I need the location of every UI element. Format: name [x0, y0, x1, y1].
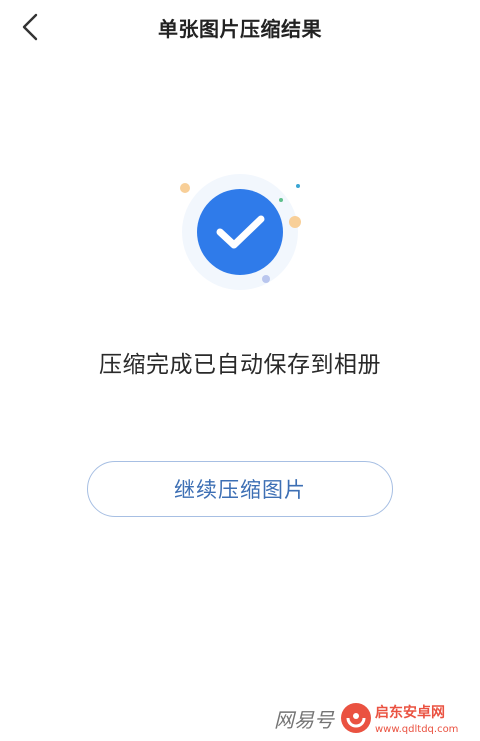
brand-logo-icon — [341, 703, 371, 733]
success-illustration — [170, 168, 310, 308]
navigation-bar: 单张图片压缩结果 — [0, 0, 480, 56]
page-title: 单张图片压缩结果 — [158, 17, 322, 41]
watermark-brand-url: www.qdltdq.com — [375, 724, 458, 735]
watermark-logo: 网易号 启东安卓网 www.qdltdq.com — [274, 703, 458, 735]
result-message: 压缩完成已自动保存到相册 — [99, 352, 381, 378]
check-circle-icon — [180, 174, 301, 290]
continue-compress-button[interactable]: 继续压缩图片 — [87, 461, 393, 517]
watermark-brand-name: 启东安卓网 — [375, 704, 445, 721]
watermark: 网易号 启东安卓网 www.qdltdq.com — [274, 699, 474, 737]
watermark-left-text: 网易号 — [274, 708, 335, 732]
